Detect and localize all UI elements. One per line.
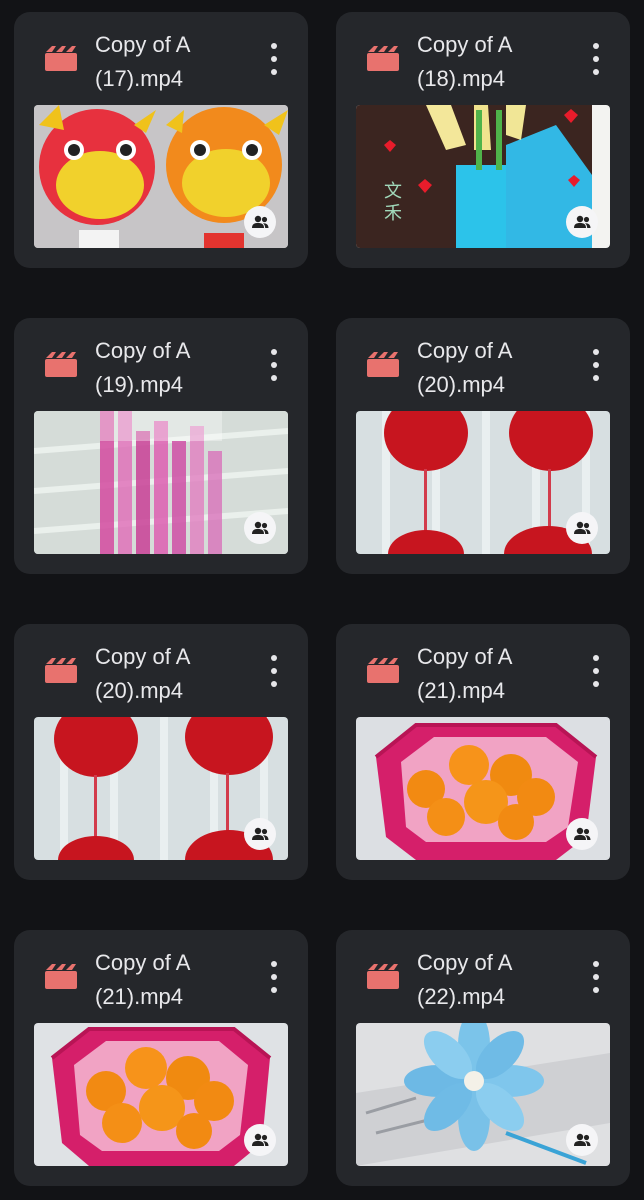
file-title: Copy of A (19).mp4	[95, 338, 191, 397]
people-icon	[252, 827, 269, 840]
video-file-icon	[367, 352, 399, 377]
file-card[interactable]: Copy of A (22).mp4	[336, 930, 630, 1186]
file-title: Copy of A (22).mp4	[417, 950, 513, 1009]
video-file-icon	[367, 46, 399, 71]
card-header: Copy of A (17).mp4	[14, 12, 308, 102]
video-thumbnail[interactable]: 文 禾	[356, 105, 610, 248]
people-icon	[252, 215, 269, 228]
shared-badge	[244, 1124, 276, 1156]
card-header: Copy of A (22).mp4	[336, 930, 630, 1020]
file-card[interactable]: Copy of A (20).mp4	[336, 318, 630, 574]
file-card[interactable]: Copy of A (21).mp4	[14, 930, 308, 1186]
svg-text:文: 文	[384, 181, 402, 202]
card-header: Copy of A (20).mp4	[336, 318, 630, 408]
more-options-button[interactable]	[264, 961, 284, 993]
card-header: Copy of A (21).mp4	[14, 930, 308, 1020]
people-icon	[574, 827, 591, 840]
file-card[interactable]: Copy of A (19).mp4	[14, 318, 308, 574]
video-file-icon	[45, 46, 77, 71]
card-header: Copy of A (18).mp4	[336, 12, 630, 102]
people-icon	[574, 521, 591, 534]
people-icon	[574, 1133, 591, 1146]
file-card[interactable]: Copy of A (17).mp4	[14, 12, 308, 268]
more-options-button[interactable]	[264, 43, 284, 75]
file-title: Copy of A (17).mp4	[95, 32, 191, 91]
video-thumbnail[interactable]	[34, 411, 288, 554]
video-file-icon	[367, 658, 399, 683]
more-options-button[interactable]	[586, 349, 606, 381]
shared-badge	[244, 512, 276, 544]
file-title: Copy of A (21).mp4	[417, 644, 513, 703]
more-options-button[interactable]	[586, 655, 606, 687]
video-file-icon	[45, 352, 77, 377]
video-file-icon	[45, 658, 77, 683]
more-options-button[interactable]	[264, 655, 284, 687]
video-thumbnail[interactable]	[34, 717, 288, 860]
video-thumbnail[interactable]	[34, 105, 288, 248]
file-grid: Copy of A (17).mp4 Copy of A (18).mp4 文 …	[0, 0, 644, 1200]
file-title: Copy of A (18).mp4	[417, 32, 513, 91]
shared-badge	[566, 818, 598, 850]
video-thumbnail[interactable]	[356, 1023, 610, 1166]
people-icon	[574, 215, 591, 228]
video-file-icon	[367, 964, 399, 989]
file-title: Copy of A (21).mp4	[95, 950, 191, 1009]
file-card[interactable]: Copy of A (21).mp4	[336, 624, 630, 880]
shared-badge	[244, 206, 276, 238]
shared-badge	[244, 818, 276, 850]
card-header: Copy of A (19).mp4	[14, 318, 308, 408]
file-title: Copy of A (20).mp4	[417, 338, 513, 397]
more-options-button[interactable]	[586, 961, 606, 993]
people-icon	[252, 1133, 269, 1146]
video-thumbnail[interactable]	[356, 717, 610, 860]
file-card[interactable]: Copy of A (20).mp4	[14, 624, 308, 880]
file-title: Copy of A (20).mp4	[95, 644, 191, 703]
more-options-button[interactable]	[586, 43, 606, 75]
video-file-icon	[45, 964, 77, 989]
video-thumbnail[interactable]	[356, 411, 610, 554]
shared-badge	[566, 1124, 598, 1156]
shared-badge	[566, 206, 598, 238]
svg-text:禾: 禾	[384, 203, 402, 224]
video-thumbnail[interactable]	[34, 1023, 288, 1166]
more-options-button[interactable]	[264, 349, 284, 381]
card-header: Copy of A (21).mp4	[336, 624, 630, 714]
file-card[interactable]: Copy of A (18).mp4 文 禾	[336, 12, 630, 268]
people-icon	[252, 521, 269, 534]
shared-badge	[566, 512, 598, 544]
card-header: Copy of A (20).mp4	[14, 624, 308, 714]
